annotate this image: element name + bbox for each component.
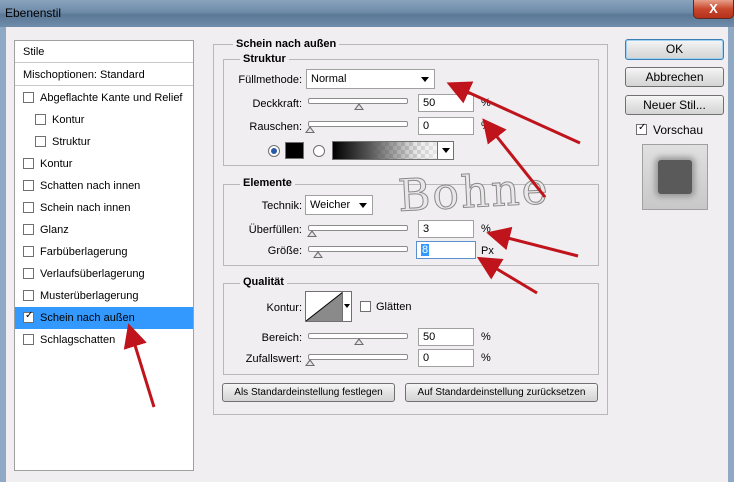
jitter-slider-thumb[interactable] <box>305 359 315 366</box>
outer-glow-checkbox[interactable] <box>23 309 34 323</box>
glow-color-swatch[interactable] <box>285 142 304 159</box>
noise-slider-thumb[interactable] <box>305 126 315 133</box>
style-item-color-overlay[interactable]: Farbüberlagerung <box>15 241 193 263</box>
gradient-radio[interactable] <box>313 145 325 157</box>
range-slider-thumb[interactable] <box>354 338 364 345</box>
inner-shadow-checkbox[interactable] <box>23 180 34 191</box>
ok-button[interactable]: OK <box>625 39 724 60</box>
size-slider-thumb[interactable] <box>313 251 323 258</box>
chevron-down-icon <box>359 203 367 208</box>
noise-unit: % <box>481 120 491 132</box>
preview-checkbox[interactable] <box>636 121 647 135</box>
preview-thumbnail <box>642 144 708 210</box>
opacity-input[interactable]: 50 <box>418 94 474 112</box>
opacity-unit: % <box>481 97 491 109</box>
size-unit: Px <box>481 245 494 257</box>
style-item-contour-sub[interactable]: Kontur <box>15 109 193 131</box>
style-item-stroke[interactable]: Kontur <box>15 153 193 175</box>
style-item-inner-shadow[interactable]: Schatten nach innen <box>15 175 193 197</box>
style-item-inner-glow[interactable]: Schein nach innen <box>15 197 193 219</box>
preview-label: Vorschau <box>653 123 704 137</box>
stroke-checkbox[interactable] <box>23 158 34 169</box>
bevel-checkbox[interactable] <box>23 92 34 103</box>
style-item-bevel[interactable]: Abgeflachte Kante und Relief <box>15 87 193 109</box>
jitter-label: Zufallswert: <box>245 353 302 365</box>
jitter-slider[interactable] <box>305 354 408 366</box>
range-label: Bereich: <box>261 332 302 344</box>
style-item-outer-glow[interactable]: Schein nach außen <box>15 307 193 329</box>
technique-label: Technik: <box>261 200 302 212</box>
spread-input[interactable]: 3 <box>418 220 474 238</box>
window-title: Ebenenstil <box>5 6 62 20</box>
cancel-button[interactable]: Abbrechen <box>625 67 724 87</box>
size-label: Größe: <box>267 245 302 257</box>
new-style-button[interactable]: Neuer Stil... <box>625 95 724 115</box>
blend-mode-label: Füllmethode: <box>238 74 302 86</box>
jitter-unit: % <box>481 352 491 364</box>
outer-glow-title: Schein nach außen <box>233 38 340 50</box>
color-overlay-checkbox[interactable] <box>23 246 34 257</box>
noise-slider[interactable] <box>305 121 408 133</box>
style-item-gradient-overlay[interactable]: Verlaufsüberlagerung <box>15 263 193 285</box>
range-input[interactable]: 50 <box>418 328 474 346</box>
antialias-checkbox[interactable] <box>360 301 371 312</box>
gradient-overlay-checkbox[interactable] <box>23 268 34 279</box>
opacity-slider[interactable] <box>308 98 408 110</box>
inner-glow-checkbox[interactable] <box>23 202 34 213</box>
size-slider[interactable] <box>308 246 408 258</box>
style-item-drop-shadow[interactable]: Schlagschatten <box>15 329 193 351</box>
range-unit: % <box>481 331 491 343</box>
opacity-slider-thumb[interactable] <box>354 103 364 110</box>
spread-unit: % <box>481 223 491 235</box>
contour-picker[interactable] <box>305 291 352 322</box>
style-item-texture[interactable]: Struktur <box>15 131 193 153</box>
close-button[interactable]: X <box>693 0 734 19</box>
style-item-pattern-overlay[interactable]: Musterüberlagerung <box>15 285 193 307</box>
spread-label: Überfüllen: <box>248 224 302 236</box>
contour-label: Kontur: <box>266 302 302 314</box>
elements-title: Elemente <box>240 177 295 189</box>
technique-select[interactable]: Weicher <box>305 195 373 215</box>
satin-checkbox[interactable] <box>23 224 34 235</box>
chevron-down-icon[interactable] <box>342 292 351 321</box>
jitter-input[interactable]: 0 <box>418 349 474 367</box>
texture-checkbox[interactable] <box>35 136 46 147</box>
spread-slider[interactable] <box>307 225 408 237</box>
set-default-button[interactable]: Als Standardeinstellung festlegen <box>222 383 395 402</box>
noise-input[interactable]: 0 <box>418 117 474 135</box>
contour-curve-icon <box>306 292 344 321</box>
title-bar: Ebenenstil X <box>0 0 734 27</box>
style-item-satin[interactable]: Glanz <box>15 219 193 241</box>
blend-mode-select[interactable]: Normal <box>306 69 435 89</box>
range-slider[interactable] <box>308 333 408 345</box>
gradient-picker[interactable] <box>332 141 454 160</box>
pattern-overlay-checkbox[interactable] <box>23 290 34 301</box>
quality-title: Qualität <box>240 276 287 288</box>
styles-header[interactable]: Stile <box>15 41 193 63</box>
antialias-label: Glätten <box>376 301 412 313</box>
styles-list: Stile Mischoptionen: Standard Abgeflacht… <box>14 40 194 471</box>
noise-label: Rauschen: <box>249 121 302 133</box>
spread-slider-thumb[interactable] <box>307 230 317 237</box>
reset-default-button[interactable]: Auf Standardeinstellung zurücksetzen <box>405 383 598 402</box>
opacity-label: Deckkraft: <box>252 98 302 110</box>
structure-title: Struktur <box>240 53 289 65</box>
color-radio[interactable] <box>268 145 280 157</box>
chevron-down-icon[interactable] <box>437 142 453 159</box>
size-input[interactable]: 8 <box>416 241 476 259</box>
blend-options-item[interactable]: Mischoptionen: Standard <box>15 64 193 86</box>
watermark-text: Bohne <box>396 163 551 223</box>
contour-sub-checkbox[interactable] <box>35 114 46 125</box>
drop-shadow-checkbox[interactable] <box>23 334 34 345</box>
chevron-down-icon <box>421 77 429 82</box>
